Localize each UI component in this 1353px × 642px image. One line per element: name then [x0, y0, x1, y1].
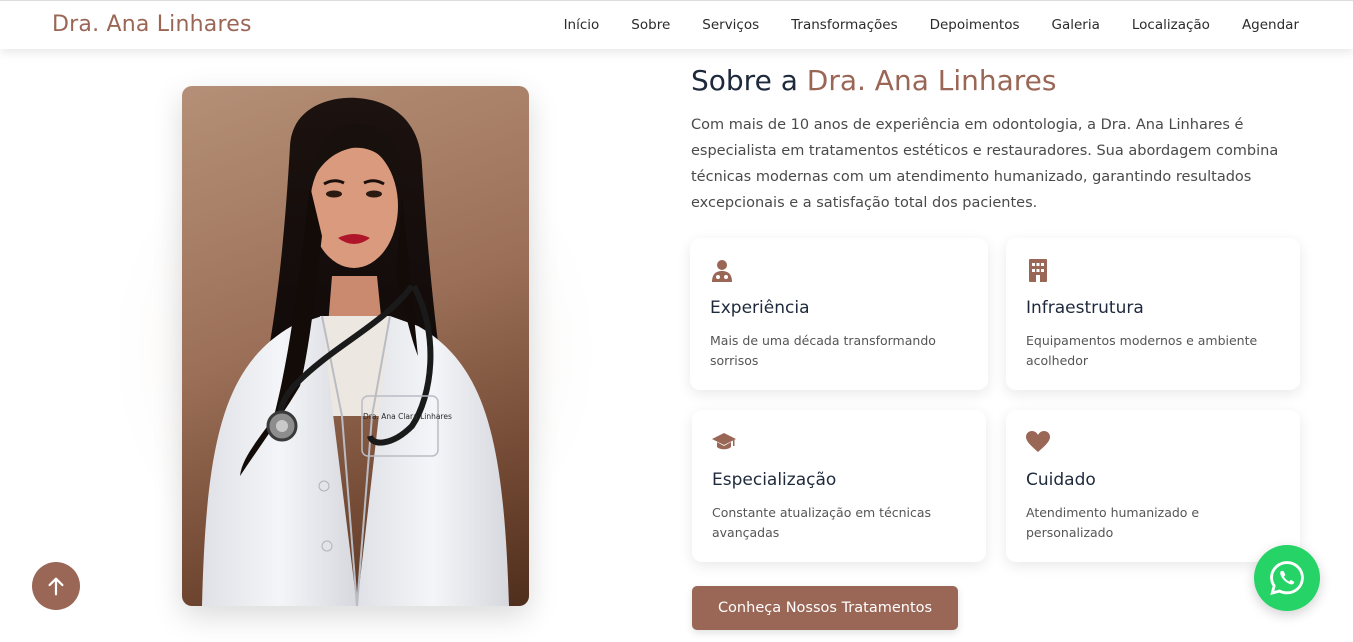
card-title: Cuidado — [1026, 470, 1096, 490]
card-title: Infraestrutura — [1026, 298, 1144, 318]
doctor-illustration: Dra. Ana Clara Linhares — [202, 97, 509, 606]
navbar: Dra. Ana Linhares Início Sobre Serviços … — [0, 0, 1353, 49]
card-title: Experiência — [710, 298, 810, 318]
nav-link-inicio[interactable]: Início — [564, 17, 600, 33]
feature-card-infraestrutura: Infraestrutura Equipamentos modernos e a… — [1006, 238, 1300, 390]
back-to-top-button[interactable] — [32, 562, 80, 610]
card-description: Atendimento humanizado e personalizado — [1026, 505, 1200, 540]
card-title: Especialização — [712, 470, 837, 490]
nav-link-transformacoes[interactable]: Transformações — [791, 17, 897, 33]
nav-link-depoimentos[interactable]: Depoimentos — [930, 17, 1020, 33]
heart-icon — [1026, 431, 1050, 452]
about-title: Sobre a Dra. Ana Linhares — [691, 64, 1057, 97]
nav-link-agendar[interactable]: Agendar — [1242, 17, 1299, 33]
card-description: Constante atualização em técnicas avança… — [712, 505, 932, 540]
about-description: Com mais de 10 anos de experiência em od… — [691, 117, 1279, 211]
whatsapp-icon — [1270, 561, 1304, 595]
about-title-name: Dra. Ana Linhares — [806, 64, 1057, 97]
feature-card-especializacao: Especialização Constante atualização em … — [692, 410, 986, 562]
hospital-icon — [1029, 259, 1047, 282]
graduation-cap-icon — [712, 433, 736, 450]
coat-embroidered-name: Dra. Ana Clara Linhares — [363, 412, 452, 421]
treatments-cta-button[interactable]: Conheça Nossos Tratamentos — [692, 586, 958, 630]
nav-link-servicos[interactable]: Serviços — [702, 17, 759, 33]
about-title-prefix: Sobre a — [691, 64, 798, 97]
nav-link-sobre[interactable]: Sobre — [631, 17, 670, 33]
whatsapp-button[interactable] — [1254, 545, 1320, 611]
card-description: Equipamentos modernos e ambiente acolhed… — [1026, 333, 1258, 368]
feature-card-experiencia: Experiência Mais de uma década transform… — [690, 238, 988, 390]
nav-link-galeria[interactable]: Galeria — [1052, 17, 1100, 33]
arrow-up-icon — [48, 577, 64, 596]
feature-card-cuidado: Cuidado Atendimento humanizado e persona… — [1006, 410, 1300, 562]
nav-link-localizacao[interactable]: Localização — [1132, 17, 1210, 33]
nav-menu: Início Sobre Serviços Transformações Dep… — [564, 17, 1299, 33]
doctor-photo: Dra. Ana Clara Linhares — [182, 86, 529, 606]
brand-logo[interactable]: Dra. Ana Linhares — [52, 12, 252, 37]
card-description: Mais de uma década transformando sorriso… — [710, 333, 936, 368]
doctor-icon — [712, 260, 732, 282]
